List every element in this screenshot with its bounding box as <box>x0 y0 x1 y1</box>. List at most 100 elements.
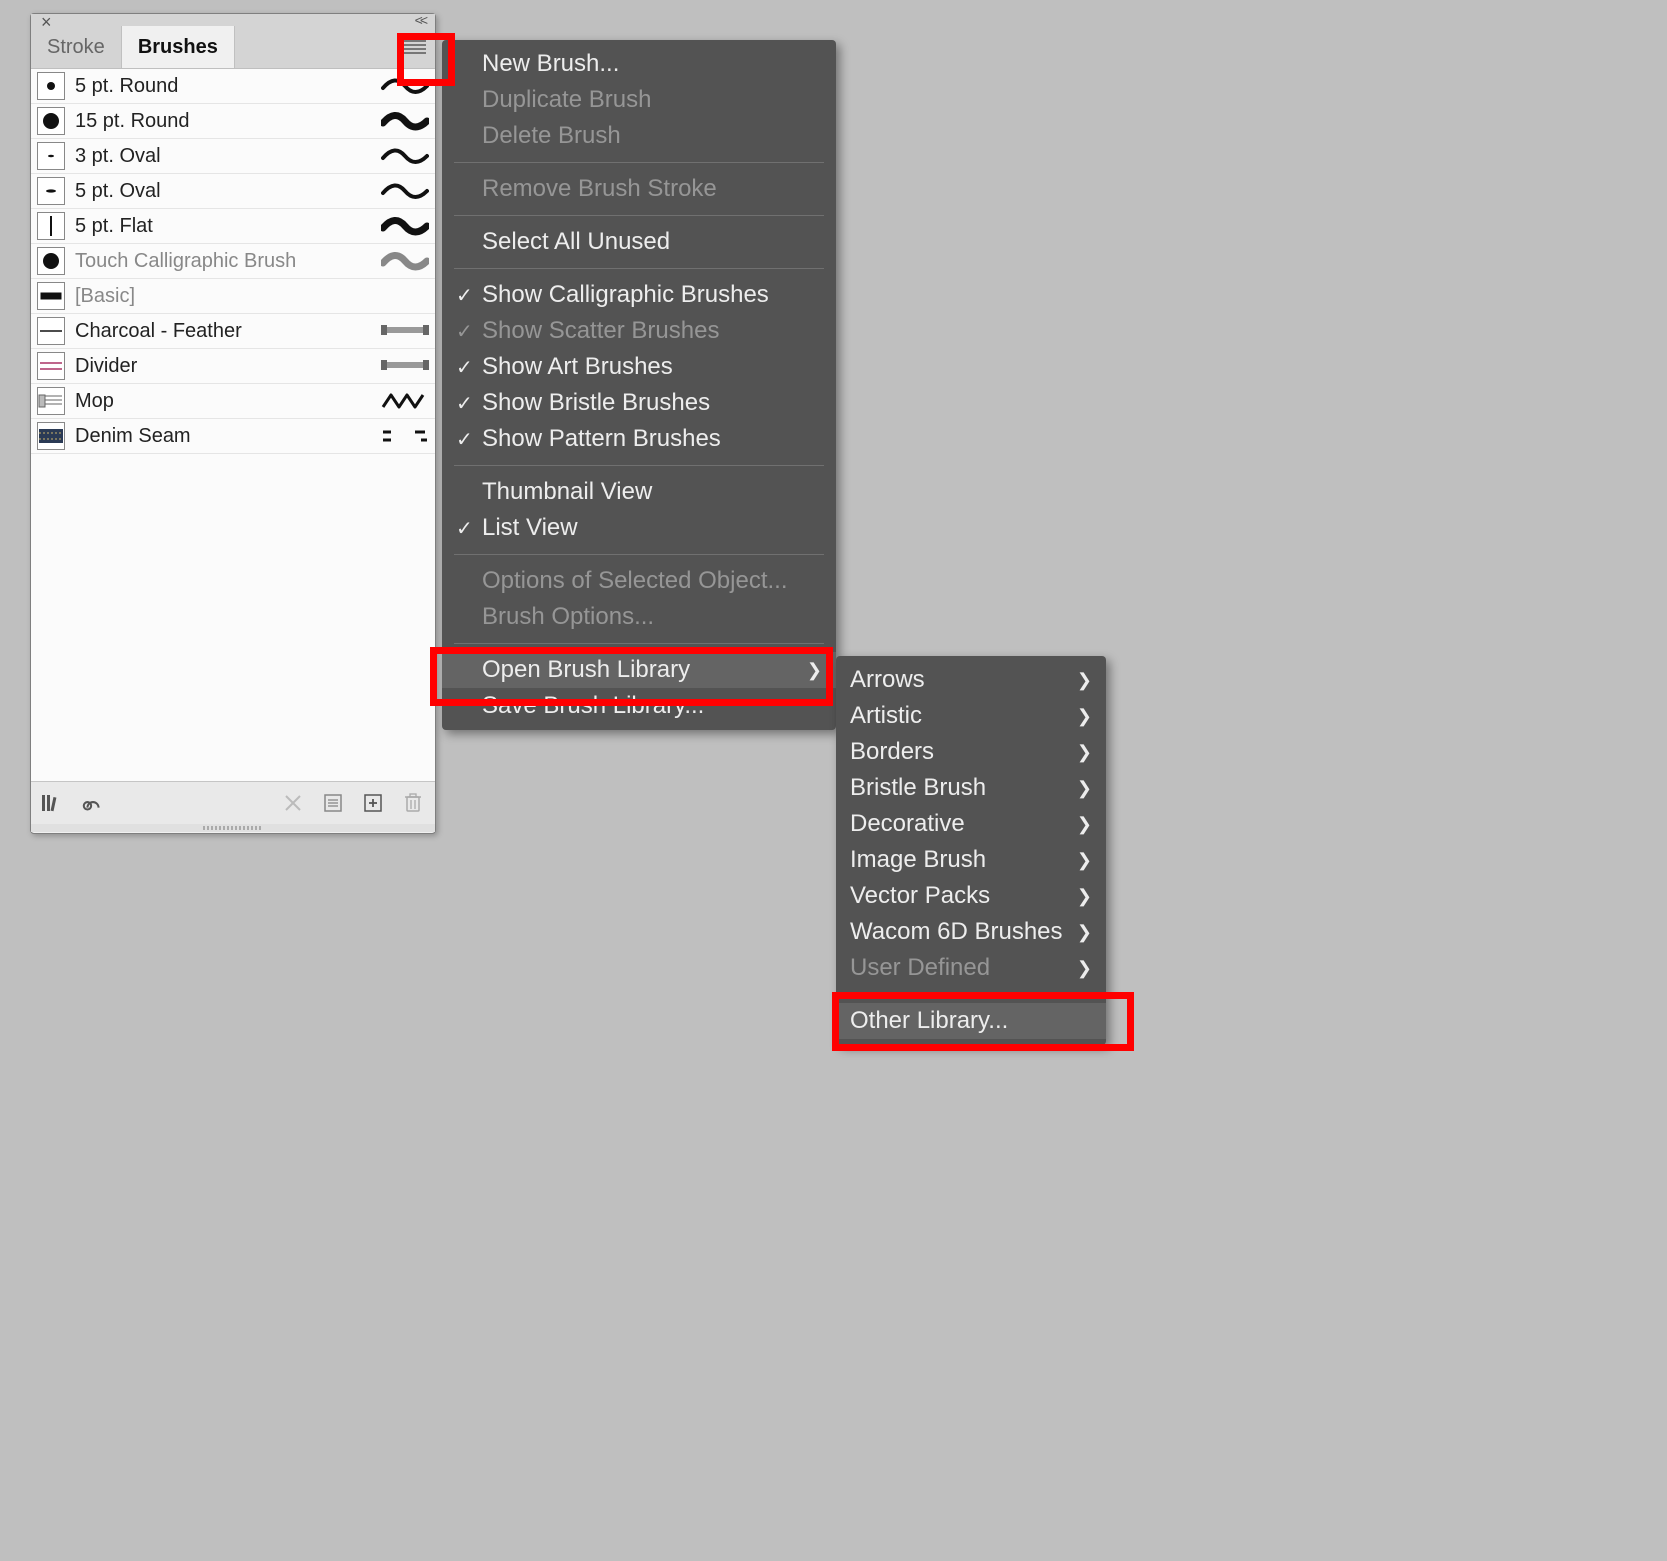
brush-row[interactable]: 15 pt. Round <box>31 104 435 139</box>
panel-menu-button[interactable] <box>395 26 435 68</box>
menu-item: ✓ Show Scatter Brushes <box>442 313 836 349</box>
menu-separator <box>454 268 824 269</box>
brush-row[interactable]: 5 pt. Flat <box>31 209 435 244</box>
brush-swatch-icon <box>37 212 65 240</box>
brush-swatch-icon <box>37 317 65 345</box>
close-icon[interactable]: × <box>41 12 52 33</box>
brush-preview-icon <box>381 284 429 308</box>
brush-row[interactable]: Denim Seam <box>31 419 435 454</box>
brush-name: Denim Seam <box>75 425 381 448</box>
menu-item[interactable]: New Brush... <box>442 46 836 82</box>
menu-item: Brush Options... <box>442 599 836 635</box>
menu-item-label: Show Calligraphic Brushes <box>482 281 822 309</box>
check-icon: ✓ <box>456 355 482 380</box>
submenu-item[interactable]: Bristle Brush ❯ <box>836 770 1106 806</box>
menu-item-label: Show Art Brushes <box>482 353 822 381</box>
brush-row[interactable]: Charcoal - Feather <box>31 314 435 349</box>
trash-icon[interactable] <box>401 791 425 815</box>
resize-grip[interactable] <box>31 824 435 832</box>
brush-preview-icon <box>381 249 429 273</box>
submenu-item-label: Borders <box>850 738 1077 766</box>
brush-row[interactable]: 3 pt. Oval <box>31 139 435 174</box>
new-brush-icon[interactable] <box>361 791 385 815</box>
menu-item-label: Thumbnail View <box>482 478 822 506</box>
menu-item[interactable]: Open Brush Library ❯ <box>442 652 836 688</box>
brush-name: 15 pt. Round <box>75 110 381 133</box>
submenu-item-label: Other Library... <box>850 1007 1092 1035</box>
chevron-right-icon: ❯ <box>1077 850 1092 871</box>
check-icon: ✓ <box>456 427 482 452</box>
menu-item-label: Brush Options... <box>482 603 822 631</box>
menu-item: Duplicate Brush <box>442 82 836 118</box>
menu-item-label: Save Brush Library... <box>482 692 822 720</box>
brush-row[interactable]: 5 pt. Round <box>31 69 435 104</box>
brush-name: 3 pt. Oval <box>75 145 381 168</box>
brush-name: Charcoal - Feather <box>75 320 381 343</box>
menu-item-label: Show Scatter Brushes <box>482 317 822 345</box>
submenu-item[interactable]: Wacom 6D Brushes ❯ <box>836 914 1106 950</box>
menu-item: Delete Brush <box>442 118 836 154</box>
chevron-right-icon: ❯ <box>1077 886 1092 907</box>
brush-row[interactable]: 5 pt. Oval <box>31 174 435 209</box>
collapse-icon[interactable]: << <box>415 12 425 28</box>
brush-swatch-icon <box>37 177 65 205</box>
brush-row[interactable]: Mop <box>31 384 435 419</box>
cc-libraries-icon[interactable] <box>81 791 105 815</box>
menu-separator <box>454 465 824 466</box>
brush-preview-icon <box>381 179 429 203</box>
hamburger-icon <box>404 40 426 54</box>
submenu-item[interactable]: Decorative ❯ <box>836 806 1106 842</box>
menu-item[interactable]: ✓ Show Bristle Brushes <box>442 385 836 421</box>
tab-brushes[interactable]: Brushes <box>122 25 235 68</box>
brush-swatch-icon <box>37 142 65 170</box>
submenu-item[interactable]: Image Brush ❯ <box>836 842 1106 878</box>
panel-flyout-menu: New Brush... Duplicate Brush Delete Brus… <box>442 40 836 730</box>
brush-preview-icon <box>381 214 429 238</box>
brushes-panel: × << Stroke Brushes 5 pt. Round 15 pt. R… <box>30 13 436 834</box>
submenu-item[interactable]: Arrows ❯ <box>836 662 1106 698</box>
libraries-icon[interactable] <box>41 791 65 815</box>
options-icon[interactable] <box>321 791 345 815</box>
menu-item-label: New Brush... <box>482 50 822 78</box>
menu-separator <box>454 162 824 163</box>
brush-row[interactable]: [Basic] <box>31 279 435 314</box>
menu-item-label: List View <box>482 514 822 542</box>
panel-tabs: Stroke Brushes <box>31 26 435 69</box>
check-icon: ✓ <box>456 516 482 541</box>
panel-footer <box>31 781 435 824</box>
menu-item-label: Options of Selected Object... <box>482 567 822 595</box>
brush-name: 5 pt. Round <box>75 75 381 98</box>
menu-item[interactable]: ✓ Show Art Brushes <box>442 349 836 385</box>
brush-name: Touch Calligraphic Brush <box>75 250 381 273</box>
chevron-right-icon: ❯ <box>1077 706 1092 727</box>
brush-row[interactable]: Touch Calligraphic Brush <box>31 244 435 279</box>
chevron-right-icon: ❯ <box>1077 814 1092 835</box>
submenu-item-label: User Defined <box>850 954 1077 982</box>
brush-name: Mop <box>75 390 381 413</box>
brush-row[interactable]: Divider <box>31 349 435 384</box>
menu-item[interactable]: ✓ Show Pattern Brushes <box>442 421 836 457</box>
submenu-item-label: Vector Packs <box>850 882 1077 910</box>
brush-name: 5 pt. Oval <box>75 180 381 203</box>
brush-list: 5 pt. Round 15 pt. Round 3 pt. Oval 5 pt… <box>31 69 435 781</box>
menu-item-label: Open Brush Library <box>482 656 807 684</box>
menu-item[interactable]: ✓ Show Calligraphic Brushes <box>442 277 836 313</box>
menu-item[interactable]: Select All Unused <box>442 224 836 260</box>
brush-swatch-icon <box>37 247 65 275</box>
submenu-item-label: Image Brush <box>850 846 1077 874</box>
check-icon: ✓ <box>456 283 482 308</box>
submenu-item[interactable]: Vector Packs ❯ <box>836 878 1106 914</box>
submenu-item-other-library[interactable]: Other Library... <box>836 1003 1106 1039</box>
remove-stroke-icon[interactable] <box>281 791 305 815</box>
brush-preview-icon <box>381 109 429 133</box>
menu-item[interactable]: Thumbnail View <box>442 474 836 510</box>
chevron-right-icon: ❯ <box>1077 958 1092 979</box>
check-icon: ✓ <box>456 391 482 416</box>
brush-preview-icon <box>381 144 429 168</box>
brush-preview-icon <box>381 319 429 343</box>
menu-item[interactable]: Save Brush Library... <box>442 688 836 724</box>
submenu-item[interactable]: Borders ❯ <box>836 734 1106 770</box>
menu-item[interactable]: ✓ List View <box>442 510 836 546</box>
submenu-item-label: Decorative <box>850 810 1077 838</box>
submenu-item[interactable]: Artistic ❯ <box>836 698 1106 734</box>
